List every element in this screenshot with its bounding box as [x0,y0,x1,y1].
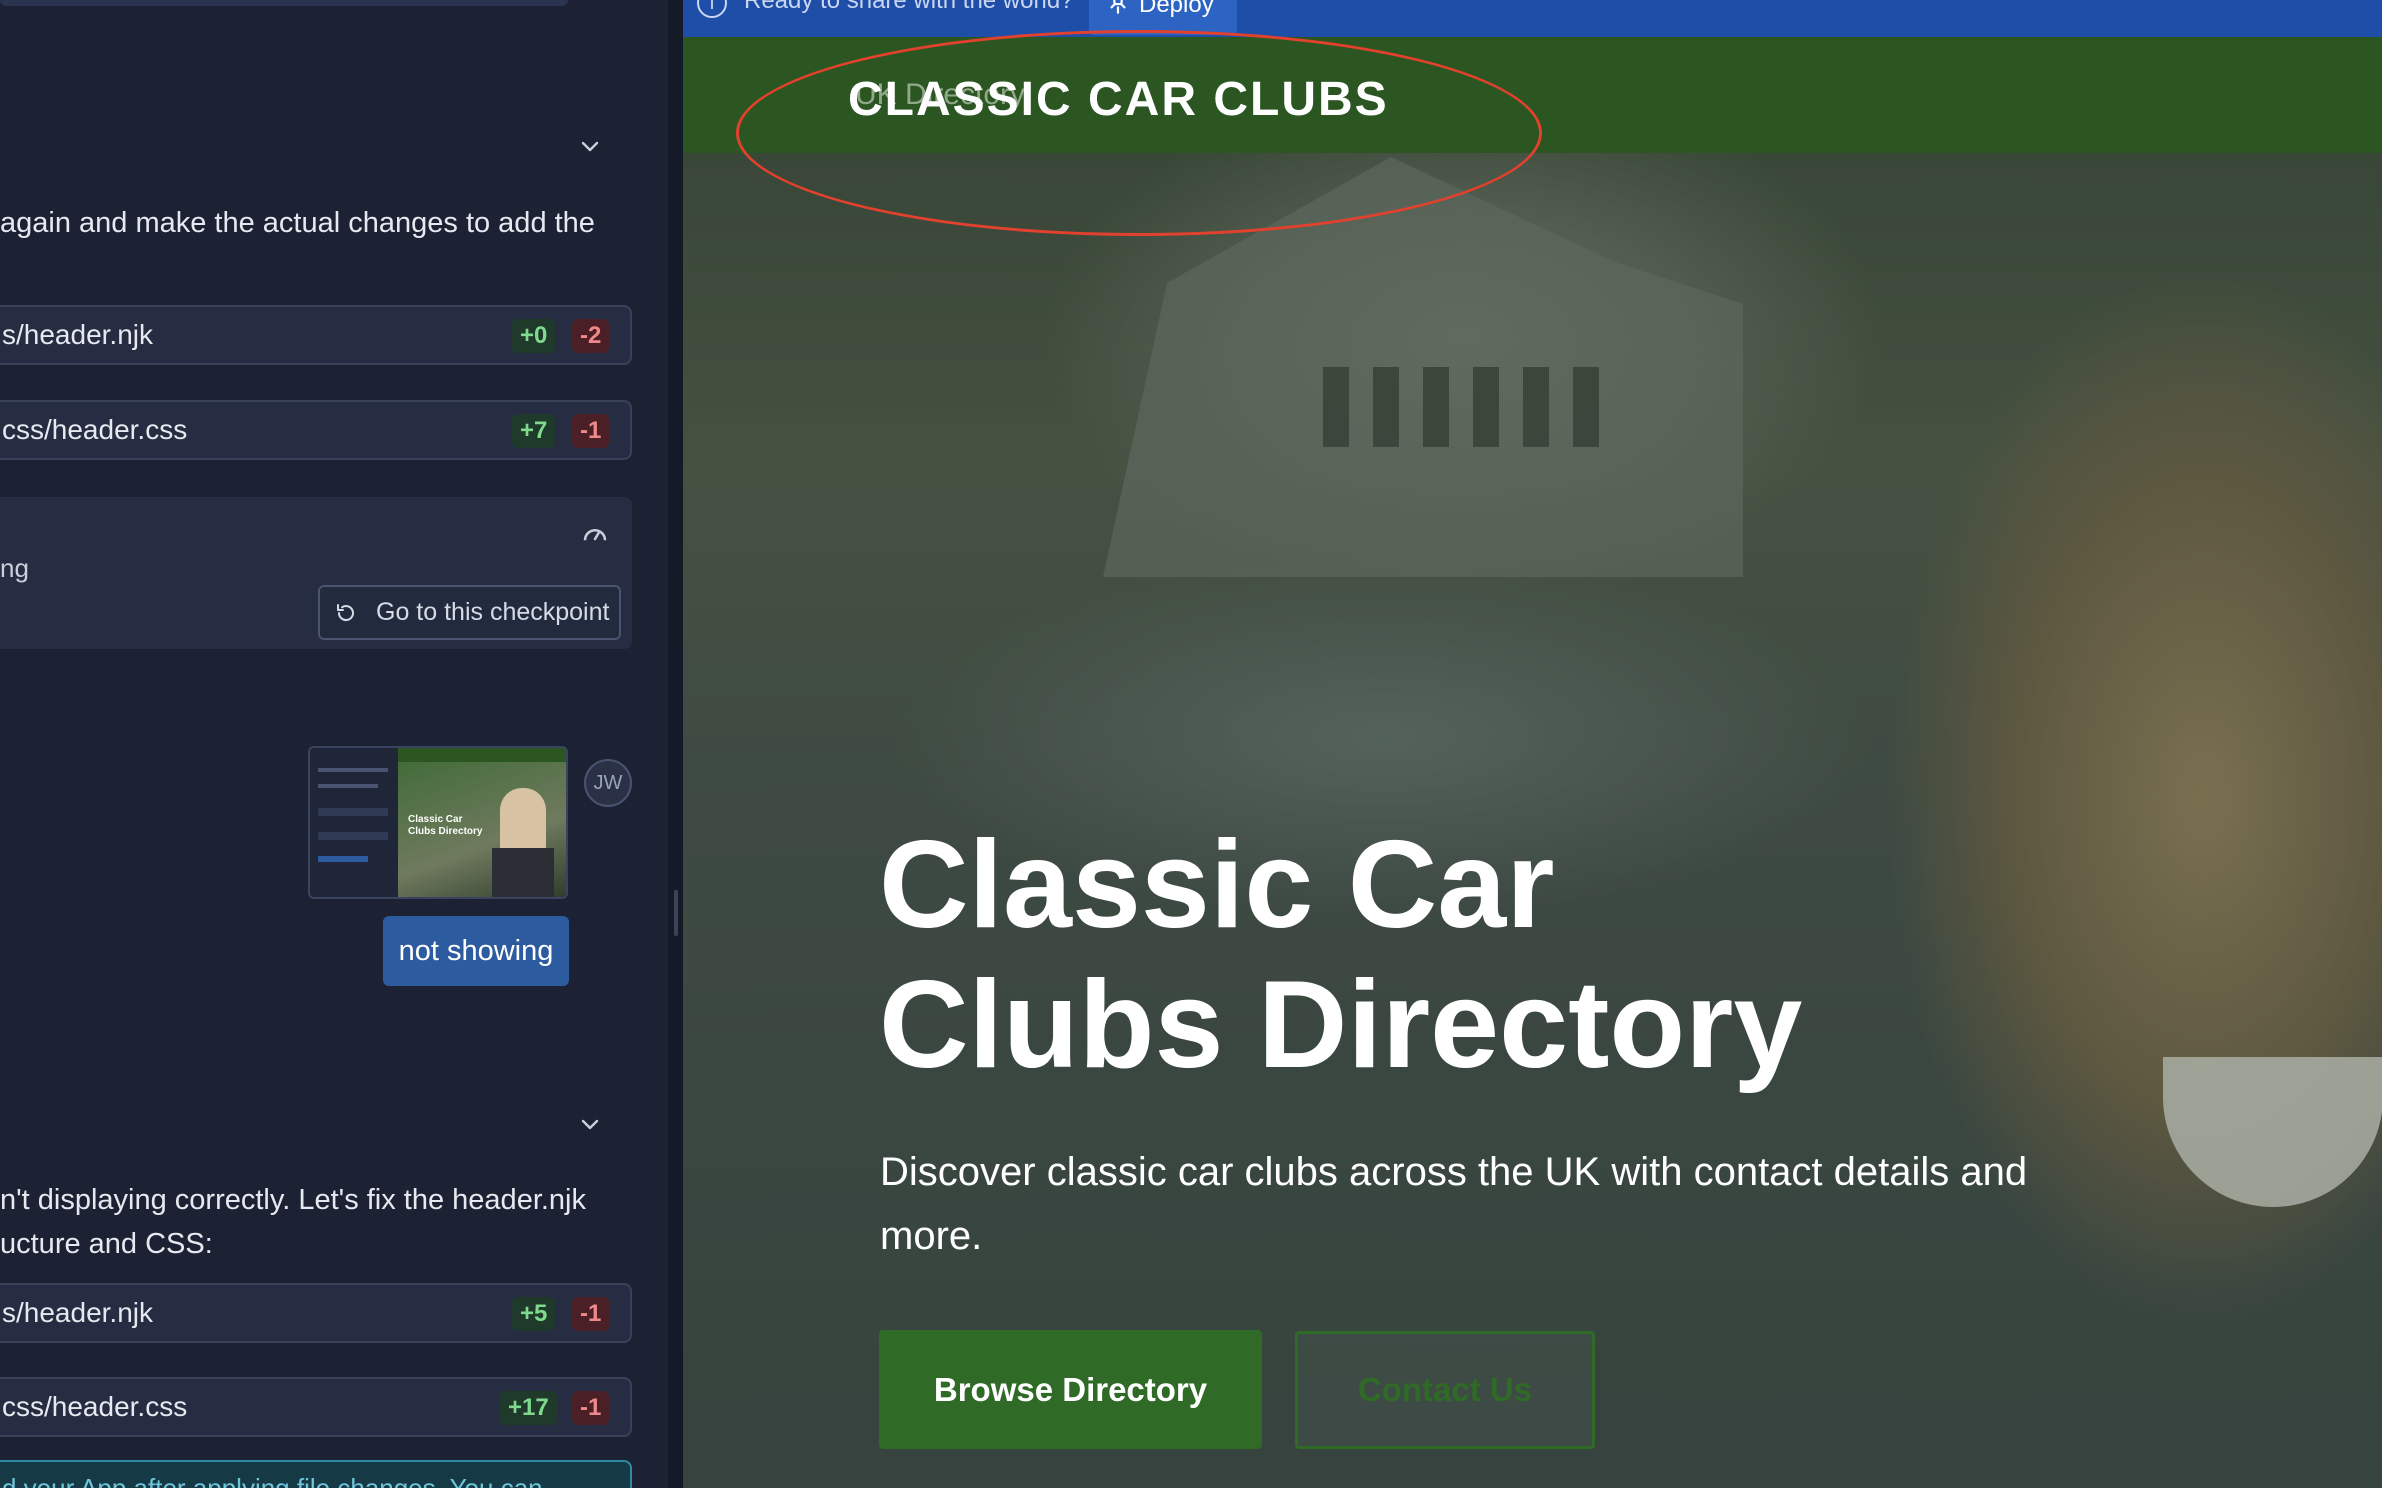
hero-title: Classic Car Clubs Directory [879,815,1979,1095]
resize-handle[interactable] [674,890,678,936]
file-change-row[interactable]: s/header.njk +5 -1 [0,1283,632,1343]
file-change-row[interactable]: css/header.css +17 -1 [0,1377,632,1437]
lines-removed-badge: -1 [572,414,610,448]
info-icon: i [697,0,727,18]
preview-pane: i Ready to share with the world? Deploy … [683,0,2382,1488]
chevron-down-icon[interactable] [578,134,602,158]
hero-section [683,37,2382,1488]
rocket-icon [1110,0,1126,14]
hero-title-line: Clubs Directory [879,956,1803,1094]
avatar: JW [584,759,632,807]
file-name: s/header.njk [2,1297,153,1328]
lines-removed-badge: -2 [572,319,610,353]
assistant-message-text: n't displaying correctly. Let's fix the … [0,1184,587,1216]
checkpoint-button-label: Go to this checkpoint [376,598,610,626]
assistant-message-text: again and make the actual changes to add… [0,207,595,239]
lines-removed-badge: -1 [572,1297,610,1331]
go-to-checkpoint-button[interactable]: Go to this checkpoint [318,585,621,640]
panel-divider[interactable] [668,0,683,1488]
lines-added-badge: +5 [512,1297,556,1331]
file-name: css/header.css [2,1391,188,1422]
previous-message-fragment [0,0,568,6]
annotation-circle [736,30,1542,236]
hero-overlay [683,37,2382,1488]
restore-icon [337,604,354,622]
file-name: s/header.njk [2,319,153,350]
lines-added-badge: +0 [512,319,556,353]
hero-title-line: Classic Car [879,816,1555,954]
chat-panel: again and make the actual changes to add… [0,0,668,1488]
user-message-bubble: not showing [383,916,569,986]
gauge-icon [583,529,607,541]
checkpoint-status: ng [0,553,29,583]
file-change-row[interactable]: css/header.css +7 -1 [0,400,632,460]
lines-added-badge: +7 [512,414,556,448]
file-name: css/header.css [2,414,188,445]
browse-directory-button[interactable]: Browse Directory [879,1330,1262,1449]
assistant-message-text: ucture and CSS: [0,1228,213,1260]
hero-subtitle: Discover classic car clubs across the UK… [880,1150,2028,1258]
file-change-row[interactable]: s/header.njk +0 -2 [0,305,632,365]
chevron-down-icon[interactable] [578,1112,602,1136]
lines-added-badge: +17 [500,1391,557,1425]
thumbnail-title: Classic Car Clubs Directory [408,814,483,837]
deploy-button-label: Deploy [1139,0,1214,18]
contact-us-button[interactable]: Contact Us [1295,1331,1595,1449]
info-banner: d your App after applying file changes. … [0,1460,632,1488]
deploy-prompt-text: Ready to share with the world? [744,0,1074,14]
lines-removed-badge: -1 [572,1391,610,1425]
screenshot-attachment[interactable]: Classic Car Clubs Directory [308,746,568,899]
deploy-bar: i Ready to share with the world? Deploy [683,0,2382,37]
